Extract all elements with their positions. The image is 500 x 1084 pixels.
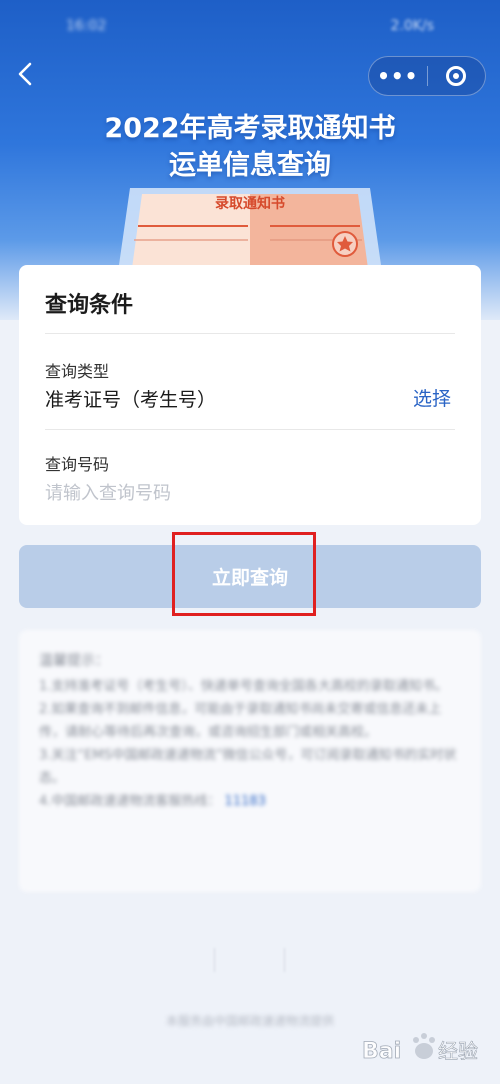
query-conditions-card: 查询条件 查询类型 准考证号（考生号） 选择 查询号码 — [19, 265, 481, 525]
tip-item: 4.中国邮政速递物流客服热线： 11183 — [39, 790, 461, 813]
svg-text:经验: 经验 — [438, 1039, 478, 1063]
hero-title-line1: 2022年高考录取通知书 — [104, 113, 396, 144]
letter-label: 录取通知书 — [215, 195, 285, 212]
query-type-value[interactable]: 准考证号（考生号） — [45, 385, 216, 412]
select-type-button[interactable]: 选择 — [413, 384, 451, 411]
tip-item: 2.如果查询不到邮件信息，可能由于录取通知书尚未交寄或信息还未上传，请耐心等待后… — [39, 702, 442, 740]
divider — [45, 333, 455, 334]
tip-item: 1.支持准考证号（考生号）、快递单号查询全国各大高校的录取通知书。 — [39, 679, 448, 694]
footer-divider — [214, 948, 215, 972]
watermark-logo: Bai 经验 — [362, 1033, 478, 1064]
tips-panel: 温馨提示： 1.支持准考证号（考生号）、快递单号查询全国各大高校的录取通知书。 … — [19, 630, 481, 892]
hero-title: 2022年高考录取通知书 运单信息查询 — [0, 110, 500, 184]
status-bar: 16:02 2.0K/s — [0, 0, 500, 48]
hotline-link[interactable]: 11183 — [225, 794, 266, 809]
chevron-left-icon — [18, 62, 32, 86]
footer-divider — [284, 948, 285, 972]
divider — [45, 429, 455, 430]
tips-title: 温馨提示： — [39, 653, 109, 669]
target-icon — [446, 66, 467, 86]
query-type-label: 查询类型 — [45, 362, 110, 381]
highlight-annotation — [172, 532, 316, 616]
status-time: 16:02 — [66, 18, 107, 34]
close-button[interactable] — [427, 66, 485, 86]
card-title: 查询条件 — [45, 293, 134, 318]
back-button[interactable] — [14, 60, 44, 90]
more-button[interactable]: ••• — [369, 64, 427, 88]
tip-item: 3.关注“EMS中国邮政速递物流”微信公众号，可订阅录取通知书的实时状态。 — [39, 748, 457, 786]
query-number-label: 查询号码 — [45, 455, 110, 474]
query-number-input[interactable] — [45, 478, 445, 508]
tip-item-text: 4.中国邮政速递物流客服热线： — [39, 794, 221, 809]
status-network-speed: 2.0K/s — [390, 18, 434, 34]
miniapp-capsule: ••• — [368, 56, 486, 96]
svg-text:Bai: Bai — [362, 1039, 401, 1064]
